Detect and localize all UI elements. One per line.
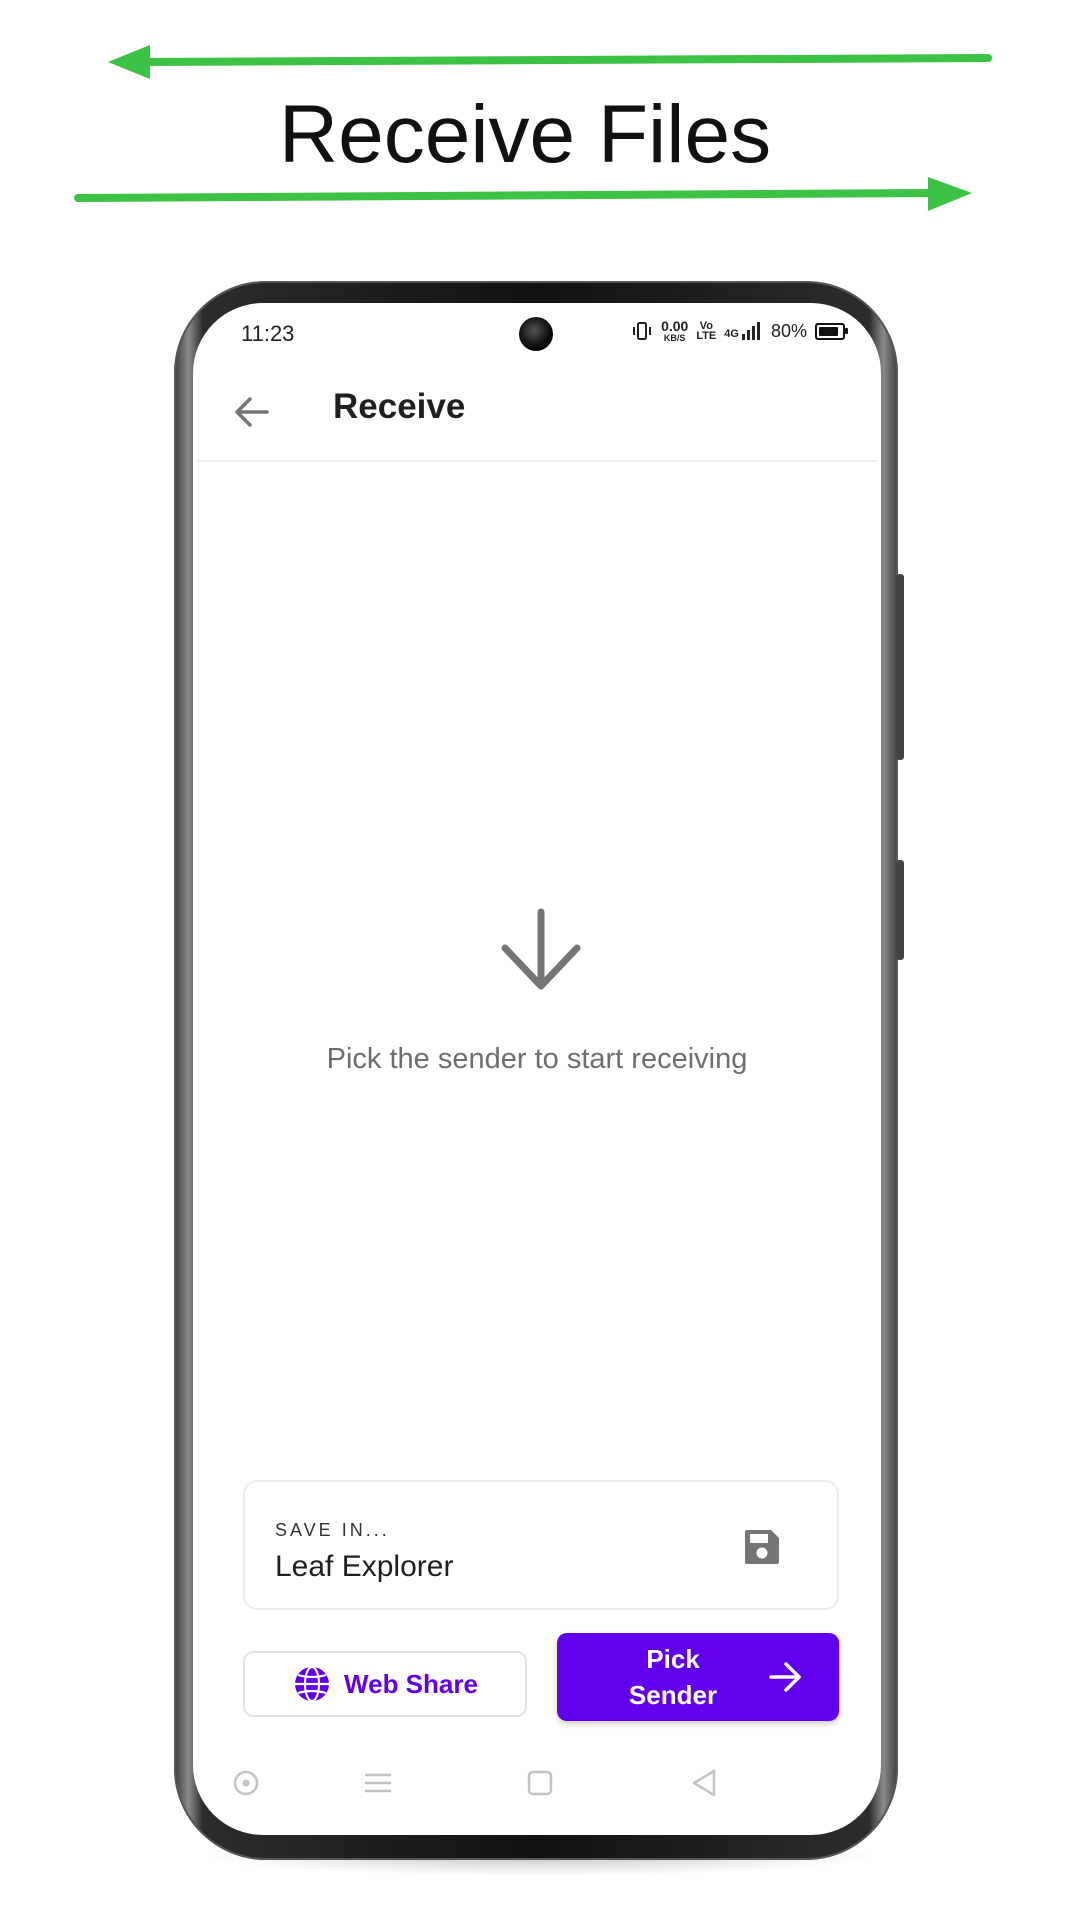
promo-title: Receive Files [278, 89, 772, 180]
battery-icon [815, 322, 848, 340]
status-icons: 0.00 KB/S Vo LTE 4G 80% [631, 319, 848, 343]
square-icon[interactable] [523, 1766, 557, 1800]
save-location-card[interactable]: SAVE IN... Leaf Explorer [243, 1480, 839, 1610]
battery-percent: 80% [770, 320, 807, 341]
pick-sender-label-line1: Pick [646, 1644, 700, 1674]
web-share-button[interactable]: Web Share [243, 1651, 527, 1717]
data-rate-unit: KB/S [663, 333, 686, 343]
phone-side-button-upper [896, 574, 904, 760]
network-indicator: 4G [724, 322, 763, 340]
volte-bottom: LTE [696, 330, 717, 342]
pick-sender-label-line2: Sender [628, 1680, 718, 1710]
promo-arrow-bottom [74, 189, 934, 202]
menu-icon[interactable] [361, 1766, 395, 1800]
status-time: 11:23 [241, 321, 295, 346]
back-arrow-icon[interactable] [229, 389, 275, 435]
page-title: Receive [333, 387, 466, 426]
empty-state-message: Pick the sender to start receiving [326, 1043, 748, 1075]
data-rate-value: 0.00 [661, 318, 689, 334]
app-bar-divider [197, 460, 877, 462]
pick-sender-label: Pick Sender [605, 1641, 741, 1713]
promo-arrow-top [136, 54, 992, 66]
arrow-right-icon [769, 1662, 801, 1692]
volte-indicator: Vo LTE [696, 321, 717, 342]
target-icon[interactable] [229, 1766, 263, 1800]
signal-icon [741, 322, 760, 340]
promo-arrowhead-left [108, 45, 150, 79]
phone-side-button-lower [896, 860, 904, 960]
arrow-down-icon [501, 908, 581, 990]
network-type: 4G [724, 328, 739, 340]
page: Receive Files 11:23 0.00 KB/S Vo LTE 4G [0, 0, 1080, 1920]
promo-arrowhead-right [928, 177, 972, 211]
pick-sender-button[interactable]: Pick Sender [557, 1633, 839, 1721]
vibrate-icon [633, 322, 652, 340]
save-location-value: Leaf Explorer [275, 1550, 454, 1583]
back-triangle-icon[interactable] [687, 1766, 721, 1800]
phone-screen: 11:23 0.00 KB/S Vo LTE 4G 80% Receive Pi… [193, 303, 881, 1835]
web-share-label: Web Share [344, 1668, 478, 1699]
floppy-disk-icon[interactable] [743, 1528, 781, 1566]
data-rate: 0.00 KB/S [661, 319, 688, 343]
globe-icon [295, 1665, 330, 1703]
save-location-label: SAVE IN... [275, 1520, 390, 1540]
front-camera [519, 317, 553, 351]
